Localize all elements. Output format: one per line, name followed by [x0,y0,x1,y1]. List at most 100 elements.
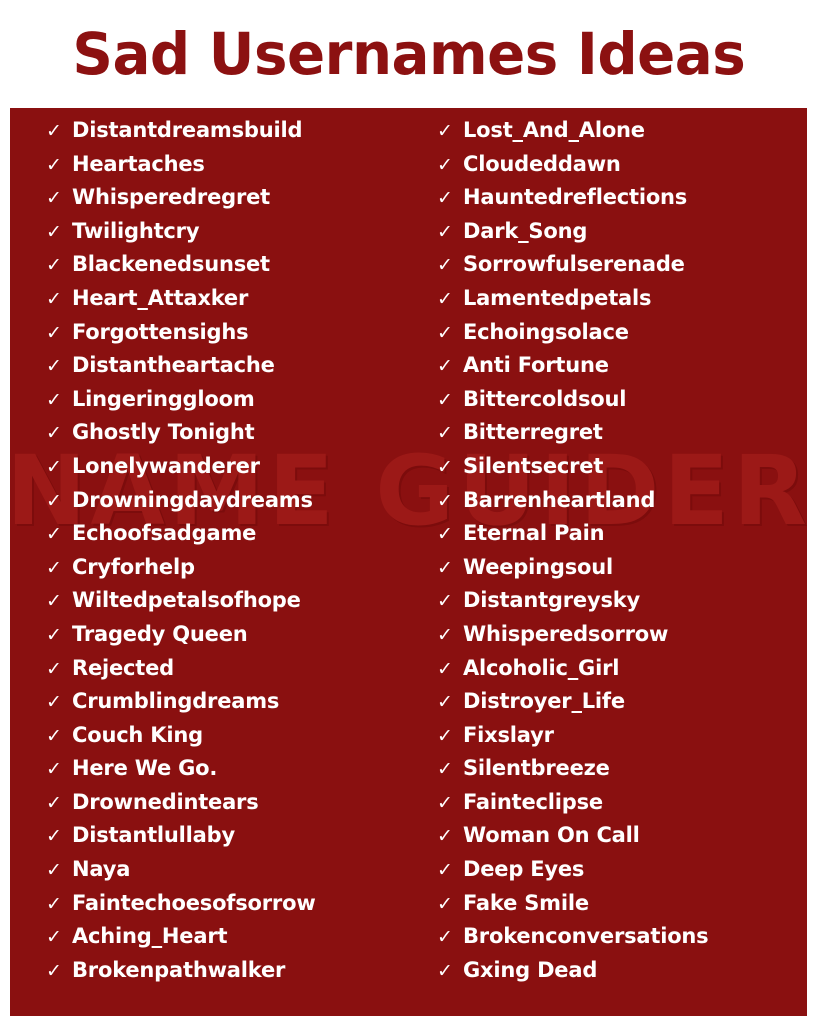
username-label: Bitterregret [463,420,603,445]
list-item: ✓ Faintechoesofsorrow [46,892,420,927]
list-item: ✓ Heart_Attaxker [46,285,420,322]
check-icon: ✓ [46,321,62,344]
username-label: Rejected [72,655,175,680]
check-icon: ✓ [46,825,62,848]
check-icon: ✓ [46,926,62,949]
username-label: Barrenheartland [463,487,656,512]
list-item: ✓ Woman On Call [437,825,807,859]
list-item: ✓ Alcoholic_Girl [437,655,807,692]
list-item: ✓ Bittercoldsoul [437,388,807,423]
check-icon: ✓ [46,959,62,982]
check-icon: ✓ [437,321,453,344]
check-icon: ✓ [46,859,62,882]
check-icon: ✓ [46,523,62,546]
list-item: ✓ Bitterregret [437,422,807,456]
check-icon: ✓ [46,590,62,613]
list-item: ✓ Weepingsoul [437,556,807,591]
list-item: ✓ Cloudeddawn [437,151,807,188]
list-item: ✓ Distroyer_Life [437,691,807,725]
list-item: ✓ Wiltedpetalsofhope [46,590,420,624]
check-icon: ✓ [437,758,453,781]
username-label: Drowningdaydreams [72,487,313,512]
username-label: Anti Fortune [463,353,609,378]
username-label: Crumblingdreams [72,689,280,714]
username-label: Whisperedregret [72,185,270,210]
username-label: Twilightcry [72,218,200,243]
check-icon: ✓ [46,791,62,814]
check-icon: ✓ [437,959,453,982]
list-item: ✓ Blackenedsunset [46,254,420,288]
username-label: Silentsecret [463,453,604,478]
username-label: Dark_Song [463,218,588,243]
list-item: ✓ Lamentedpetals [437,285,807,322]
check-icon: ✓ [437,657,453,680]
list-item: ✓ Fake Smile [437,890,807,927]
check-icon: ✓ [46,120,62,142]
left-column: ✓ Distantdreamsbuild ✓ Heartaches ✓ Whispered… [10,108,420,1016]
username-label: Fixslayr [463,722,554,747]
list-item: ✓ Echoofsadgame [46,523,420,557]
username-label: Distantheartache [72,353,275,378]
check-icon: ✓ [46,187,62,210]
username-label: Fainteclipse [463,789,603,814]
list-item: ✓ Brokenconversations [437,926,807,960]
list-item: ✓ Lonelywanderer [46,453,420,490]
username-label: Lamentedpetals [463,285,652,310]
check-icon: ✓ [46,422,62,445]
list-item: ✓ Whisperedsorrow [437,621,807,658]
check-icon: ✓ [437,120,453,142]
list-item: ✓ Hauntedreflections [437,187,807,221]
check-icon: ✓ [46,657,62,680]
right-column: ✓ Lost_And_Alone ✓ Cloudeddawn ✓ Hauntedrefle… [420,108,807,1016]
list-item: ✓ Dark_Song [437,218,807,255]
check-icon: ✓ [46,455,62,478]
list-item: ✓ Fixslayr [437,722,807,759]
username-label: Naya [72,857,131,882]
username-label: Distantgreysky [463,588,641,613]
check-icon: ✓ [437,355,453,378]
list-item: ✓ Here We Go. [46,758,420,792]
check-icon: ✓ [437,556,453,579]
list-item: ✓ Couch King [46,724,420,759]
check-icon: ✓ [437,523,453,546]
username-label: Brokenconversations [463,924,709,949]
username-label: Lonelywanderer [72,453,260,478]
list-item: ✓ Lost_And_Alone [437,120,807,154]
check-icon: ✓ [46,489,62,512]
list-item: ✓ Twilightcry [46,218,420,255]
list-item: ✓ Forgottensighs [46,321,420,356]
username-label: Echoofsadgame [72,521,257,546]
username-label: Fake Smile [463,890,589,915]
username-label: Whisperedsorrow [463,621,669,646]
list-columns: ✓ Distantdreamsbuild ✓ Heartaches ✓ Whispered… [10,108,807,1016]
username-label: Aching_Heart [72,924,228,949]
username-label: Lost_And_Alone [463,118,645,142]
username-label: Distroyer_Life [463,689,625,714]
list-item: ✓ Silentsecret [437,453,807,490]
check-icon: ✓ [437,254,453,277]
check-icon: ✓ [46,758,62,781]
username-label: Ghostly Tonight [72,420,255,445]
check-icon: ✓ [46,724,62,747]
list-item: ✓ Distantdreamsbuild [46,120,420,154]
list-item: ✓ Barrenheartland [437,487,807,524]
check-icon: ✓ [437,590,453,613]
check-icon: ✓ [437,892,453,915]
username-label: Alcoholic_Girl [463,655,620,680]
title-bar: Sad Usernames Ideas [0,0,817,108]
check-icon: ✓ [437,691,453,714]
username-label: Heartaches [72,151,205,176]
username-label: Distantdreamsbuild [72,118,303,142]
username-label: Cloudeddawn [463,151,621,176]
username-label: Deep Eyes [463,857,585,882]
list-item: ✓ Distantheartache [46,355,420,389]
check-icon: ✓ [437,926,453,949]
username-label: Here We Go. [72,756,218,781]
check-icon: ✓ [437,388,453,411]
check-icon: ✓ [437,422,453,445]
list-item: ✓ Cryforhelp [46,556,420,591]
check-icon: ✓ [437,220,453,243]
check-icon: ✓ [437,825,453,848]
username-label: Heart_Attaxker [72,285,249,310]
list-item: ✓ Anti Fortune [437,355,807,389]
